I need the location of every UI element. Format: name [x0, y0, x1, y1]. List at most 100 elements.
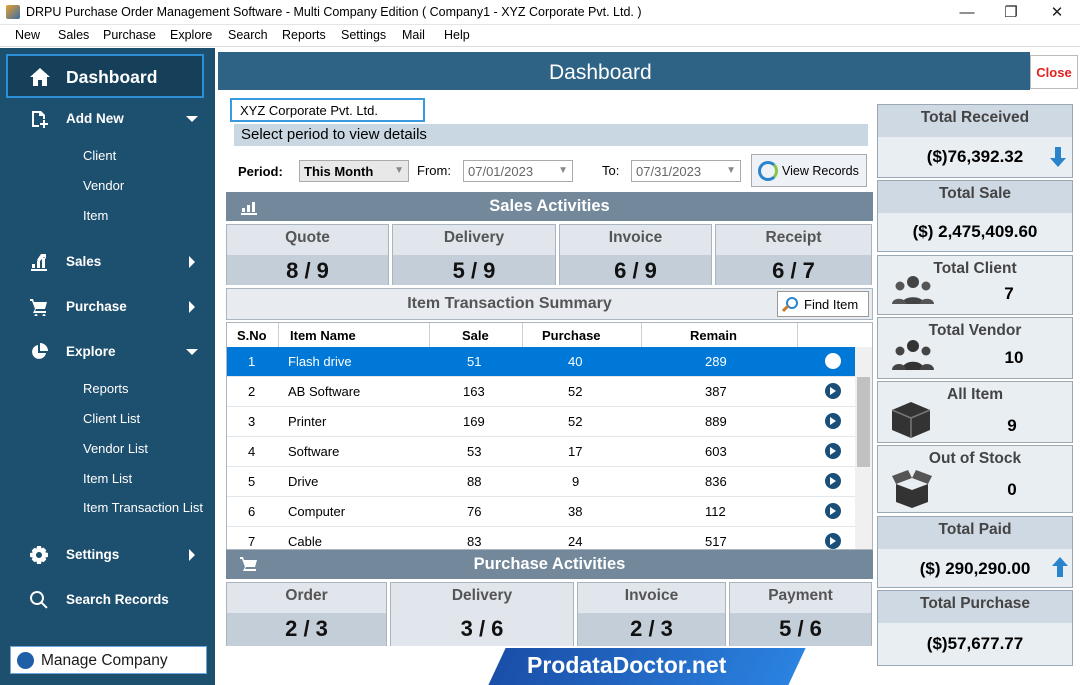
menu-help[interactable]: Help: [444, 28, 470, 42]
arrow-right-circle-icon[interactable]: [825, 533, 841, 549]
sidebar-subitem-client-list[interactable]: Client List: [83, 411, 140, 426]
menu-mail[interactable]: Mail: [402, 28, 425, 42]
column-header-remain[interactable]: Remain: [642, 323, 798, 347]
open-box-icon: [892, 470, 932, 508]
users-icon: [892, 276, 934, 304]
sidebar-subitem-client[interactable]: Client: [83, 148, 116, 163]
sidebar-subitem-item-transaction-list[interactable]: Item Transaction List: [83, 501, 208, 514]
maximize-button[interactable]: ❐: [988, 0, 1034, 25]
sidebar-item-settings[interactable]: Settings: [0, 540, 215, 570]
sidebar-search-records-label: Search Records: [66, 592, 169, 607]
menu-bar: New Sales Purchase Explore Search Report…: [0, 25, 1080, 47]
sales-receipt-card[interactable]: Receipt 6 / 7: [715, 224, 872, 285]
total-purchase-box[interactable]: Total Purchase ($)57,677.77: [877, 590, 1073, 666]
sidebar-explore-label: Explore: [66, 344, 116, 359]
sidebar-item-add-new[interactable]: Add New: [0, 104, 215, 134]
vendors-icon: [892, 340, 934, 370]
table-row[interactable]: 5 Drive 88 9 836: [227, 467, 855, 497]
window-title: DRPU Purchase Order Management Software …: [26, 5, 642, 19]
caret-right-icon: [189, 301, 195, 313]
sidebar-item-search-records[interactable]: Search Records: [0, 585, 215, 615]
sales-invoice-card[interactable]: Invoice 6 / 9: [559, 224, 712, 285]
from-date-picker[interactable]: 07/01/2023 ▼: [463, 160, 573, 182]
close-button[interactable]: Close: [1030, 55, 1078, 89]
menu-sales[interactable]: Sales: [58, 28, 89, 42]
table-row[interactable]: 2 AB Software 163 52 387: [227, 377, 855, 407]
purchase-invoice-card[interactable]: Invoice 2 / 3: [577, 582, 726, 646]
to-date-picker[interactable]: 07/31/2023 ▼: [631, 160, 741, 182]
column-header-item-name[interactable]: Item Name: [279, 323, 430, 347]
chart-icon: [31, 254, 47, 271]
pie-chart-icon: [32, 343, 48, 359]
table-row[interactable]: 4 Software 53 17 603: [227, 437, 855, 467]
item-table: S.No Item Name Sale Purchase Remain 1 Fl…: [226, 322, 873, 550]
arrow-right-circle-icon[interactable]: [825, 443, 841, 459]
sales-activities-header: Sales Activities: [226, 192, 873, 221]
caret-right-icon: [189, 256, 195, 268]
app-icon: [6, 5, 20, 19]
arrow-right-circle-icon[interactable]: [825, 473, 841, 489]
menu-search[interactable]: Search: [228, 28, 268, 42]
arrow-right-circle-icon[interactable]: [825, 413, 841, 429]
dashboard-panel: XYZ Corporate Pvt. Ltd. Select period to…: [226, 98, 875, 684]
out-of-stock-box[interactable]: Out of Stock 0: [877, 445, 1073, 513]
sidebar-subitem-reports[interactable]: Reports: [83, 381, 129, 396]
total-received-box[interactable]: Total Received ($)76,392.32: [877, 104, 1073, 178]
sidebar-item-dashboard[interactable]: Dashboard: [6, 54, 204, 98]
column-header-sale[interactable]: Sale: [430, 323, 523, 347]
menu-settings[interactable]: Settings: [341, 28, 386, 42]
chevron-down-icon: ▼: [726, 165, 736, 176]
item-transaction-summary-header: Item Transaction Summary Find Item: [226, 288, 873, 320]
summary-column: Total Received ($)76,392.32 Total Sale (…: [877, 104, 1073, 666]
sidebar-subitem-vendor[interactable]: Vendor: [83, 178, 124, 193]
sidebar-item-explore[interactable]: Explore: [0, 337, 215, 367]
view-records-button[interactable]: View Records: [751, 154, 867, 187]
sidebar-item-purchase[interactable]: Purchase: [0, 292, 215, 322]
total-paid-box[interactable]: Total Paid ($) 290,290.00: [877, 516, 1073, 588]
window-close-button[interactable]: ✕: [1034, 0, 1080, 25]
total-vendor-box[interactable]: Total Vendor 10: [877, 317, 1073, 379]
menu-reports[interactable]: Reports: [282, 28, 326, 42]
total-client-box[interactable]: Total Client 7: [877, 255, 1073, 315]
sales-delivery-card[interactable]: Delivery 5 / 9: [392, 224, 556, 285]
period-select[interactable]: This Month ▼: [299, 160, 409, 182]
table-scrollbar[interactable]: [855, 347, 872, 549]
table-row[interactable]: 7 Cable 83 24 517: [227, 527, 855, 549]
column-header-sno[interactable]: S.No: [227, 323, 279, 347]
arrow-right-circle-icon[interactable]: [825, 353, 841, 369]
minimize-button[interactable]: —: [944, 0, 990, 25]
caret-down-icon: [186, 116, 198, 122]
purchase-order-card[interactable]: Order 2 / 3: [226, 582, 387, 646]
menu-purchase[interactable]: Purchase: [103, 28, 156, 42]
company-name: XYZ Corporate Pvt. Ltd.: [230, 98, 425, 122]
purchase-payment-card[interactable]: Payment 5 / 6: [729, 582, 872, 646]
all-item-box[interactable]: All Item 9: [877, 381, 1073, 443]
sidebar: Dashboard Add New Client Vendor Item Sal…: [0, 48, 215, 685]
table-row[interactable]: 6 Computer 76 38 112: [227, 497, 855, 527]
purchase-delivery-card[interactable]: Delivery 3 / 6: [390, 582, 574, 646]
magnifier-icon: [782, 297, 798, 313]
table-row[interactable]: 1 Flash drive 51 40 289: [227, 347, 855, 377]
gear-icon: [17, 652, 34, 669]
period-row: Period: This Month ▼ From: 07/01/2023 ▼ To…: [226, 154, 875, 190]
arrow-right-circle-icon[interactable]: [825, 503, 841, 519]
sales-quote-card[interactable]: Quote 8 / 9: [226, 224, 389, 285]
sidebar-subitem-vendor-list[interactable]: Vendor List: [83, 441, 148, 456]
sidebar-item-sales[interactable]: Sales: [0, 247, 215, 277]
manage-company-label: Manage Company: [41, 652, 168, 669]
total-sale-box[interactable]: Total Sale ($) 2,475,409.60: [877, 180, 1073, 252]
manage-company-button[interactable]: Manage Company: [10, 646, 207, 674]
from-label: From:: [417, 163, 451, 178]
column-header-purchase[interactable]: Purchase: [523, 323, 642, 347]
period-label: Period:: [238, 164, 283, 179]
sidebar-subitem-item[interactable]: Item: [83, 208, 108, 223]
menu-explore[interactable]: Explore: [170, 28, 212, 42]
chevron-down-icon: ▼: [558, 165, 568, 176]
table-row[interactable]: 3 Printer 169 52 889: [227, 407, 855, 437]
find-item-button[interactable]: Find Item: [777, 291, 869, 317]
menu-new[interactable]: New: [15, 28, 40, 42]
arrow-right-circle-icon[interactable]: [825, 383, 841, 399]
scrollbar-thumb[interactable]: [857, 377, 870, 467]
home-icon: [30, 68, 50, 86]
sidebar-subitem-item-list[interactable]: Item List: [83, 471, 132, 486]
